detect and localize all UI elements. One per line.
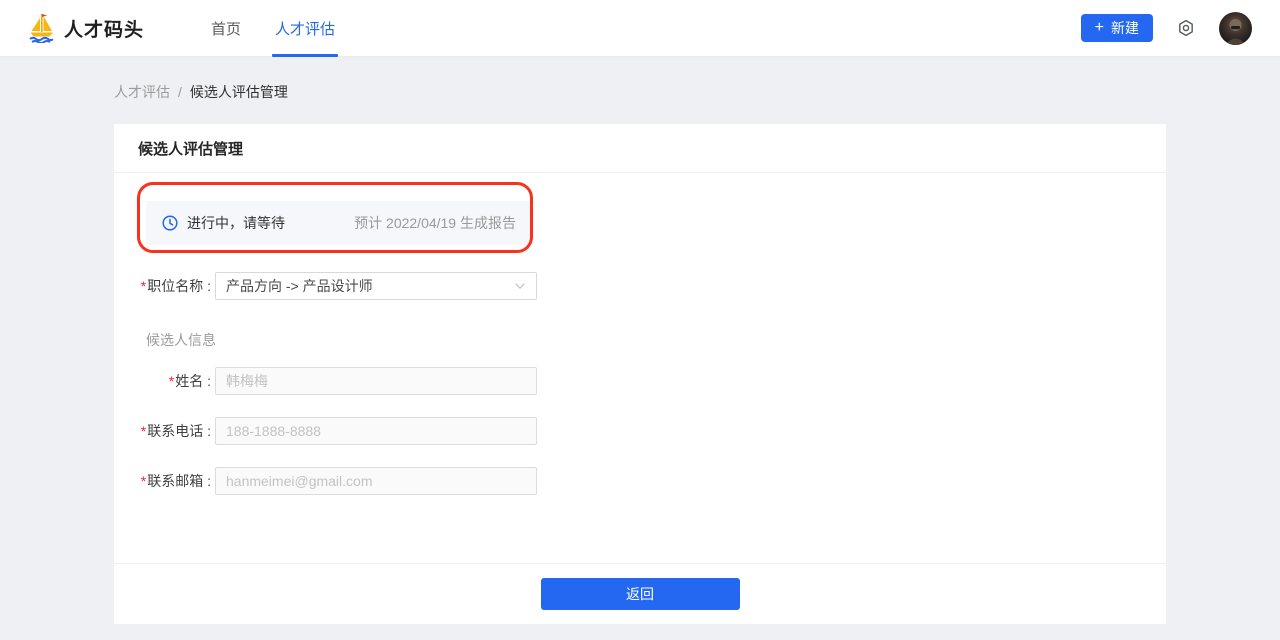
position-select[interactable]: 产品方向 -> 产品设计师 xyxy=(215,272,537,300)
chevron-down-icon xyxy=(514,280,526,292)
name-input[interactable] xyxy=(215,367,537,395)
avatar-silhouette xyxy=(1219,12,1252,45)
nav-item-talent-assessment[interactable]: 人才评估 xyxy=(258,0,352,57)
user-avatar[interactable] xyxy=(1219,12,1252,45)
position-row: *职位名称 : 产品方向 -> 产品设计师 xyxy=(138,272,1142,300)
card-body: 进行中，请等待 预计 2022/04/19 生成报告 *职位名称 : 产品方向 … xyxy=(114,173,1166,563)
header-right: + 新建 xyxy=(1081,12,1252,45)
status-bar: 进行中，请等待 预计 2022/04/19 生成报告 xyxy=(146,201,532,245)
required-asterisk: * xyxy=(141,278,146,294)
brand[interactable]: 人才码头 xyxy=(28,13,144,43)
required-asterisk: * xyxy=(141,423,146,439)
nav-item-home[interactable]: 首页 xyxy=(194,0,258,57)
phone-input[interactable] xyxy=(215,417,537,445)
settings-gear-icon[interactable] xyxy=(1176,18,1196,38)
breadcrumb-current: 候选人评估管理 xyxy=(190,82,288,102)
status-section: 进行中，请等待 预计 2022/04/19 生成报告 xyxy=(146,201,532,245)
brand-name: 人才码头 xyxy=(64,15,144,42)
card-footer: 返回 xyxy=(114,563,1166,624)
position-select-value: 产品方向 -> 产品设计师 xyxy=(226,276,373,296)
clock-icon xyxy=(162,215,178,231)
email-input[interactable] xyxy=(215,467,537,495)
status-text: 进行中，请等待 xyxy=(187,213,285,233)
card-title: 候选人评估管理 xyxy=(138,138,243,159)
boat-logo-icon xyxy=(28,13,55,43)
new-button-label: 新建 xyxy=(1111,18,1139,38)
nav-item-home-label: 首页 xyxy=(211,18,241,39)
email-label: *联系邮箱 : xyxy=(138,471,211,491)
candidate-info-section-label: 候选人信息 xyxy=(146,330,1142,350)
status-eta: 预计 2022/04/19 生成报告 xyxy=(354,213,516,233)
new-button[interactable]: + 新建 xyxy=(1081,14,1153,42)
candidate-assessment-card: 候选人评估管理 进行中，请等待 预计 2022/04/19 生成报告 *职位名称… xyxy=(114,124,1166,624)
breadcrumb: 人才评估 / 候选人评估管理 xyxy=(114,82,1166,102)
position-label: *职位名称 : xyxy=(138,276,211,296)
required-asterisk: * xyxy=(141,473,146,489)
plus-icon: + xyxy=(1095,20,1104,36)
card-header: 候选人评估管理 xyxy=(114,124,1166,173)
phone-row: *联系电话 : xyxy=(138,417,1142,445)
back-button[interactable]: 返回 xyxy=(541,578,740,610)
breadcrumb-parent[interactable]: 人才评估 xyxy=(114,82,170,102)
nav-item-talent-assessment-label: 人才评估 xyxy=(275,18,335,39)
name-row: *姓名 : xyxy=(138,367,1142,395)
candidate-form: *职位名称 : 产品方向 -> 产品设计师 候选人信息 *姓名 : *联系电话 … xyxy=(138,272,1142,495)
name-label: *姓名 : xyxy=(138,371,211,391)
required-asterisk: * xyxy=(169,373,174,389)
phone-label: *联系电话 : xyxy=(138,421,211,441)
email-row: *联系邮箱 : xyxy=(138,467,1142,495)
top-header: 人才码头 首页 人才评估 + 新建 xyxy=(0,0,1280,57)
main-nav: 首页 人才评估 xyxy=(194,0,352,57)
breadcrumb-separator: / xyxy=(178,84,182,100)
